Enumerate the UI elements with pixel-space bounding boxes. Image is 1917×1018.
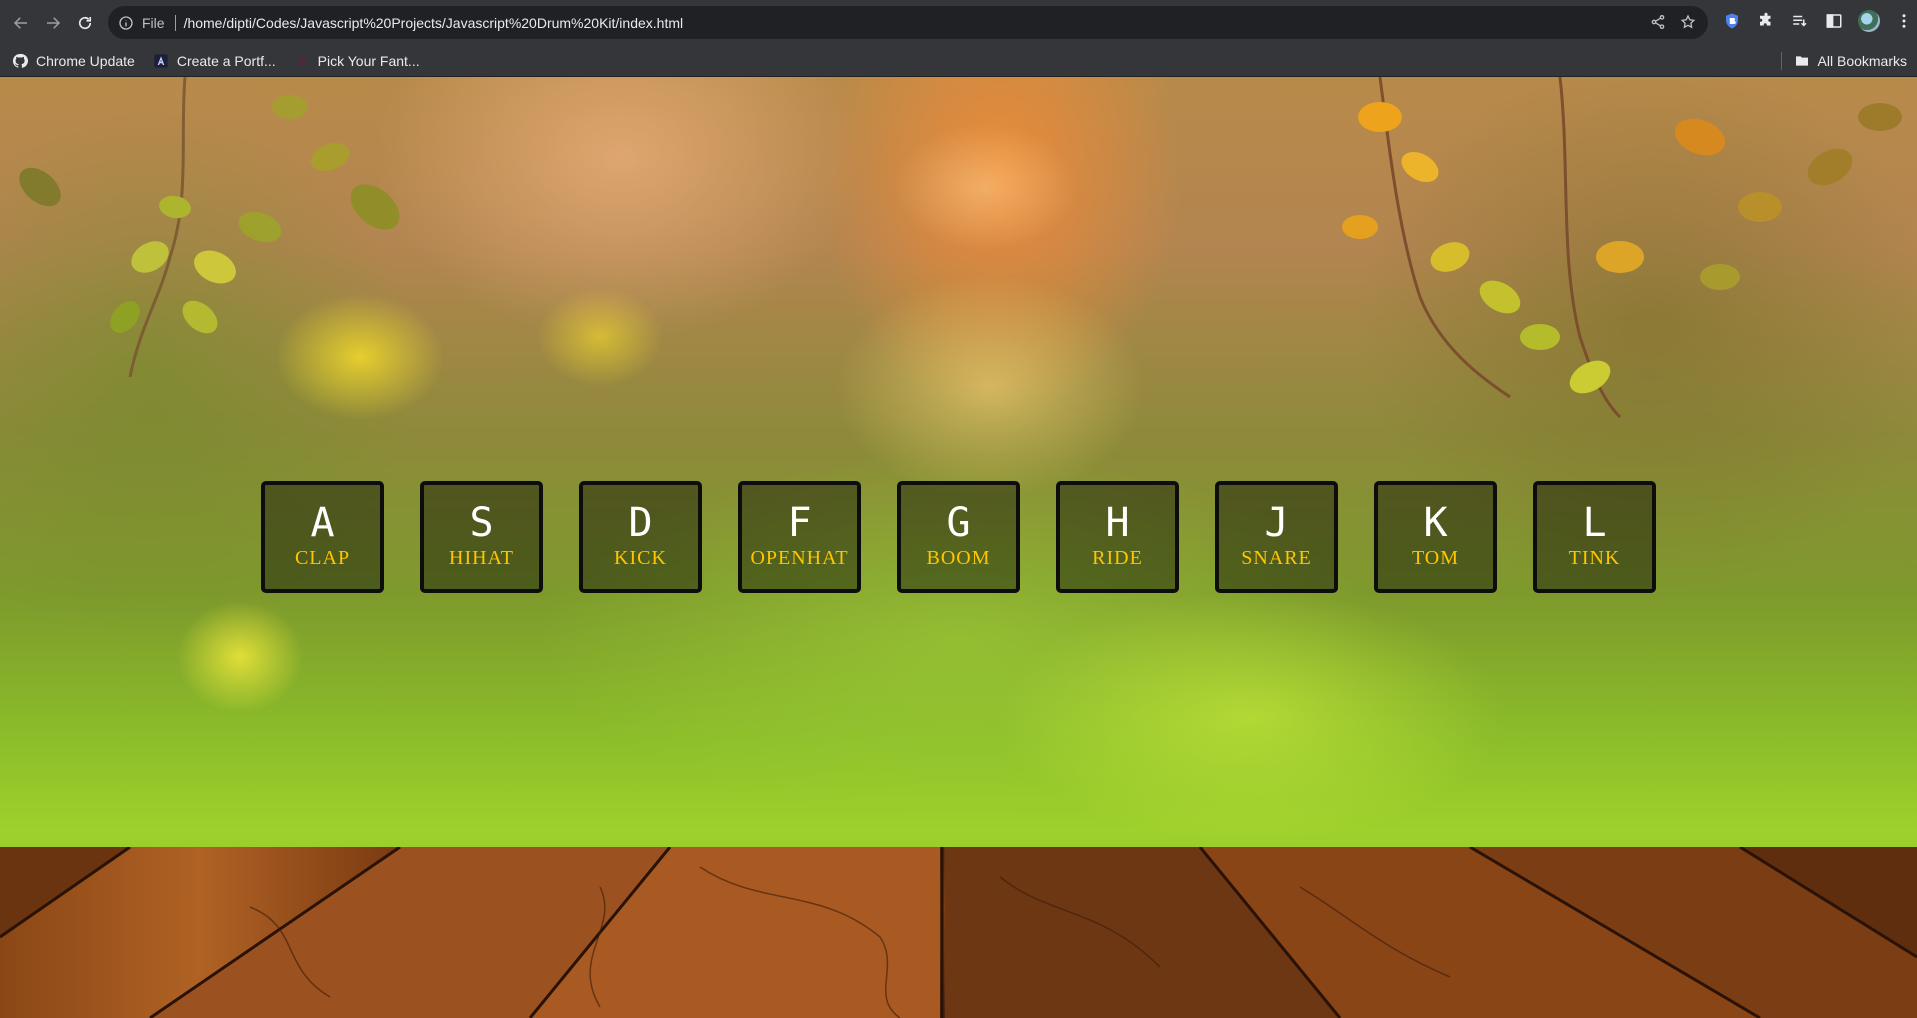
sound-name: BOOM xyxy=(926,547,991,569)
bookmark-label: Create a Portf... xyxy=(176,52,276,69)
drum-key-h[interactable]: H RIDE xyxy=(1056,481,1179,593)
bookmark-label: Pick Your Fant... xyxy=(317,52,420,69)
sound-name: HIHAT xyxy=(449,547,514,569)
drum-key-k[interactable]: K TOM xyxy=(1374,481,1497,593)
drum-key-g[interactable]: G BOOM xyxy=(897,481,1020,593)
key-letter: S xyxy=(469,500,494,546)
share-icon[interactable] xyxy=(1650,14,1666,30)
bookmark-label: Chrome Update xyxy=(36,52,135,69)
all-bookmarks-label: All Bookmarks xyxy=(1817,53,1907,69)
reload-icon xyxy=(78,16,92,29)
background-leaves-image xyxy=(19,77,1902,419)
github-icon xyxy=(12,53,28,69)
drum-keys: A CLAP S HIHAT D KICK F OPENHAT G BOOM H… xyxy=(0,481,1917,593)
reading-list-icon[interactable] xyxy=(1790,11,1810,31)
key-letter: D xyxy=(628,500,653,546)
key-letter: A xyxy=(310,500,335,546)
drum-key-s[interactable]: S HIHAT xyxy=(420,481,543,593)
sound-name: OPENHAT xyxy=(750,547,849,569)
browser-toolbar: File /home/dipti/Codes/Javascript%20Proj… xyxy=(0,0,1917,45)
key-letter: H xyxy=(1105,500,1130,546)
key-letter: G xyxy=(946,500,971,546)
info-icon[interactable] xyxy=(118,15,134,31)
arrow-left-icon xyxy=(13,16,27,29)
bookmarks-bar: Chrome Update Create a Portf... Pick You… xyxy=(0,45,1917,77)
all-bookmarks-button[interactable]: All Bookmarks xyxy=(1780,49,1907,73)
drum-key-l[interactable]: L TINK xyxy=(1533,481,1656,593)
bookmark-chrome-update[interactable]: Chrome Update xyxy=(12,49,141,73)
sound-name: TOM xyxy=(1411,547,1460,569)
key-letter: F xyxy=(787,500,812,546)
address-bar[interactable]: File /home/dipti/Codes/Javascript%20Proj… xyxy=(108,6,1708,39)
drum-key-j[interactable]: J SNARE xyxy=(1215,481,1338,593)
url-text[interactable]: /home/dipti/Codes/Javascript%20Projects/… xyxy=(184,15,684,31)
key-letter: J xyxy=(1264,500,1289,546)
reload-button[interactable] xyxy=(72,10,98,36)
star-icon[interactable] xyxy=(1680,14,1696,30)
page-viewport: A CLAP S HIHAT D KICK F OPENHAT G BOOM H… xyxy=(0,77,1917,1018)
sound-name: KICK xyxy=(614,547,667,569)
url-scheme: File xyxy=(142,14,165,31)
profile-avatar[interactable] xyxy=(1858,10,1880,32)
forward-button[interactable] xyxy=(40,10,66,36)
arrow-right-icon xyxy=(47,16,61,29)
sound-name: RIDE xyxy=(1092,547,1143,569)
extension-shield-icon[interactable] xyxy=(1722,11,1742,31)
potion-icon xyxy=(294,53,310,69)
sound-name: TINK xyxy=(1568,547,1621,569)
folder-icon xyxy=(1795,56,1808,66)
drum-key-d[interactable]: D KICK xyxy=(579,481,702,593)
side-panel-icon[interactable] xyxy=(1824,11,1844,31)
key-letter: L xyxy=(1582,500,1607,546)
key-letter: K xyxy=(1423,500,1448,546)
back-button[interactable] xyxy=(8,10,34,36)
wooden-table-image xyxy=(0,847,1917,1018)
sound-name: CLAP xyxy=(294,547,351,569)
puzzle-icon[interactable] xyxy=(1756,11,1776,31)
bookmark-pick-your-fantasy[interactable]: Pick Your Fant... xyxy=(294,49,426,73)
angular-icon xyxy=(153,53,169,69)
drum-key-f[interactable]: F OPENHAT xyxy=(738,481,861,593)
url-separator xyxy=(174,14,176,31)
bookmark-create-portfolio[interactable]: Create a Portf... xyxy=(153,49,282,73)
drum-key-a[interactable]: A CLAP xyxy=(261,481,384,593)
more-menu-icon[interactable] xyxy=(1894,11,1914,31)
bookmarks-divider xyxy=(1780,52,1782,70)
sound-name: SNARE xyxy=(1241,547,1312,569)
